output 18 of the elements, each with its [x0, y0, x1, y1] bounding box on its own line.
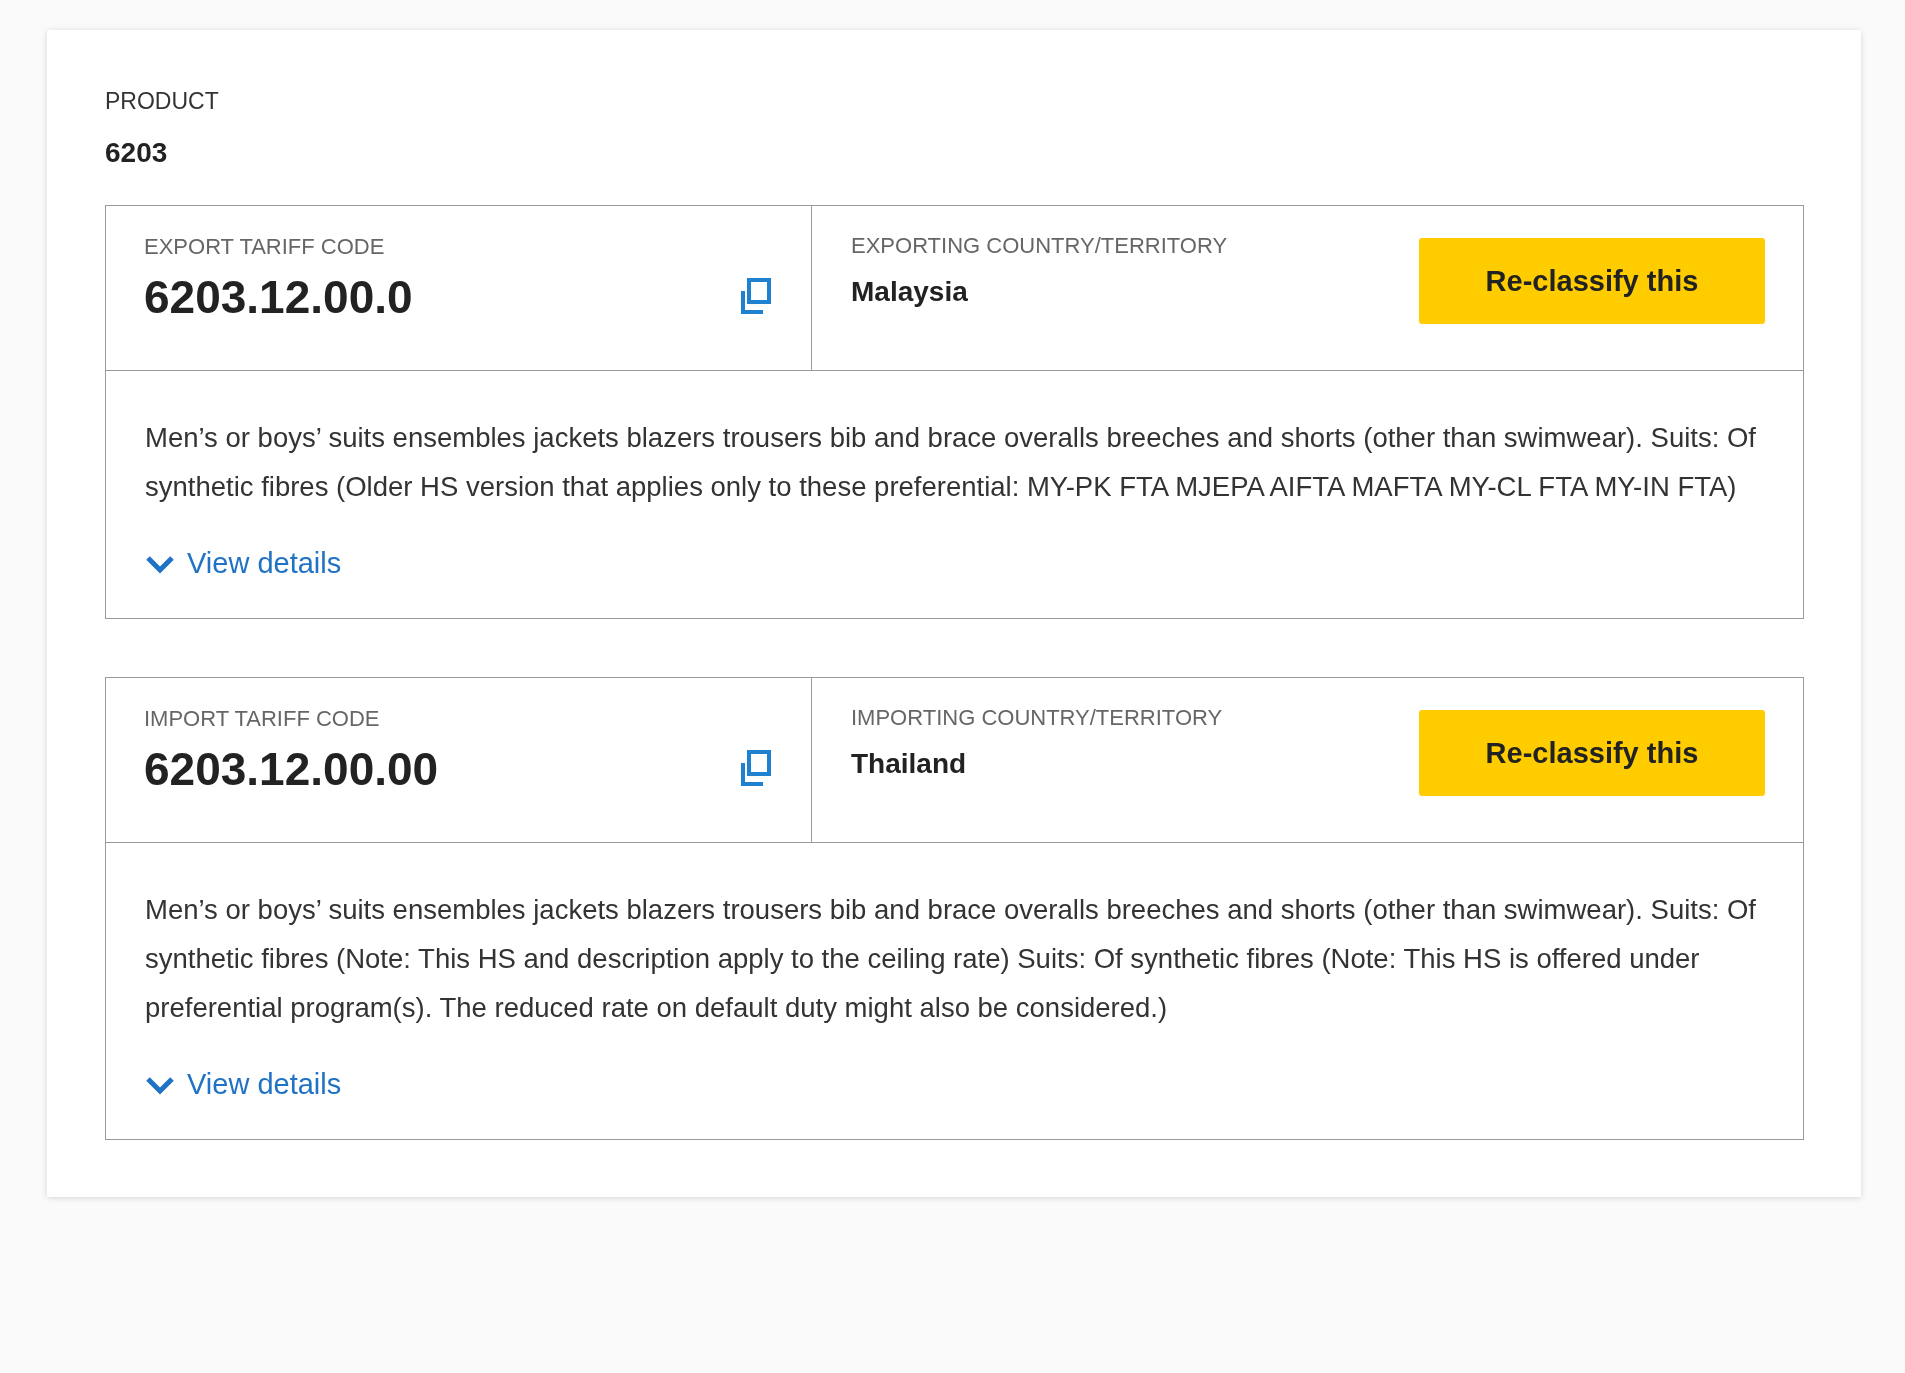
reclassify-button[interactable]: Re-classify this — [1419, 238, 1765, 324]
tariff-description: Men’s or boys’ suits ensembles jackets blazers trousers bib and brace overalls breeches and shorts (other than swimwear). Suits: Of synthetic fibres (Older HS version that applies only to these preferential: MY-PK FTA MJEPA AIFTA MAFTA MY-CL FTA MY-IN FTA) — [145, 421, 1757, 504]
view-details-link[interactable]: View details — [145, 547, 342, 580]
reclassify-button[interactable]: Re-classify this — [1419, 710, 1765, 796]
view-details-link[interactable]: View details — [145, 1068, 342, 1101]
tariff-description: Men’s or boys’ suits ensembles jackets blazers trousers bib and brace overalls breeches and shorts (other than swimwear). Suits: Of synthetic fibres (Note: This HS and description apply to the ceiling rate) Suits: Of synthetic fibres (Note: This HS is offered under preferential program(s). The reduced rate on default duty might also be considered.) — [145, 893, 1757, 1025]
tariff-code: 6203.12.00.0 — [144, 270, 413, 324]
country-name: Malaysia — [851, 276, 968, 308]
tariff-code-label: IMPORT TARIFF CODE — [144, 706, 380, 732]
product-code: 6203 — [105, 137, 168, 169]
tariff-code: 6203.12.00.00 — [144, 742, 439, 796]
product-label: PRODUCT — [105, 88, 219, 115]
chevron-icon — [145, 1074, 175, 1095]
country-label: IMPORTING COUNTRY/TERRITORY — [851, 705, 1223, 731]
chevron-icon — [145, 553, 175, 574]
country-name: Thailand — [851, 748, 967, 780]
country-label: EXPORTING COUNTRY/TERRITORY — [851, 233, 1228, 259]
tariff-code-label: EXPORT TARIFF CODE — [144, 234, 385, 260]
